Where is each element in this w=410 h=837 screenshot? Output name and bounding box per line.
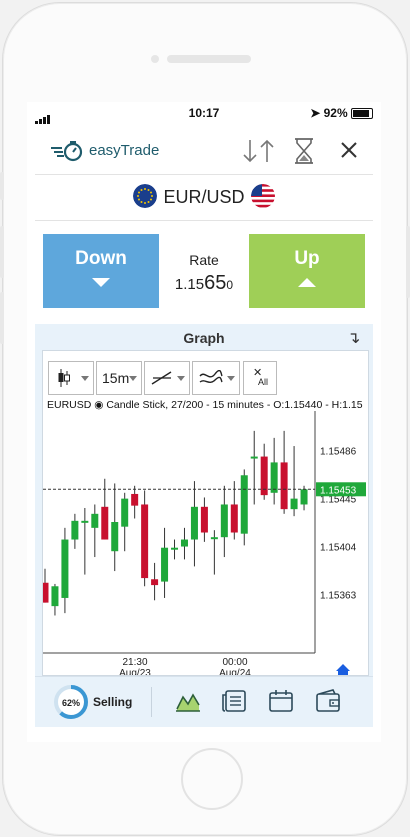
power-button bbox=[406, 226, 410, 298]
app-header: easyTrade bbox=[35, 126, 373, 175]
front-camera bbox=[151, 55, 159, 63]
swap-arrows-icon[interactable] bbox=[241, 138, 277, 164]
current-price-label: 1.15453 bbox=[320, 485, 357, 496]
progress-label: 62% bbox=[62, 698, 80, 708]
trendline-icon bbox=[151, 371, 172, 385]
candlestick-chart[interactable]: 1.154861.154451.154041.153631.1545321:30… bbox=[43, 411, 368, 675]
up-button[interactable]: Up bbox=[249, 234, 365, 308]
candle-up bbox=[91, 513, 99, 528]
candle-up bbox=[300, 489, 308, 505]
app-screen: 10:17 ➤ 92% easyTrade EUR/USD Down Rate … bbox=[27, 102, 381, 742]
candle-up bbox=[190, 506, 198, 540]
stopwatch-logo-icon bbox=[51, 141, 83, 162]
candle-down bbox=[151, 579, 159, 586]
rate-prefix: 1.15 bbox=[174, 276, 205, 293]
candle-down bbox=[280, 462, 288, 510]
chart-info-line: EURUSD ◉ Candle Stick, 27/200 - 15 minut… bbox=[47, 399, 363, 411]
candle-up bbox=[250, 456, 258, 459]
timeframe-dropdown[interactable]: 15m bbox=[96, 361, 142, 395]
bottom-tabbar: 62% Selling bbox=[35, 676, 373, 727]
close-icon[interactable] bbox=[340, 141, 358, 159]
clear-all-button[interactable]: ✕ All bbox=[243, 361, 277, 395]
candle-up bbox=[210, 537, 218, 540]
candle-down bbox=[101, 506, 109, 540]
up-label: Up bbox=[294, 248, 320, 269]
down-label: Down bbox=[75, 248, 127, 269]
candle-down bbox=[141, 504, 149, 579]
line-tool-dropdown[interactable] bbox=[144, 361, 190, 395]
battery-percent: 92% bbox=[323, 106, 348, 120]
collapse-arrow-icon[interactable]: ↴ bbox=[347, 328, 360, 348]
currency-pair[interactable]: EUR/USD bbox=[35, 174, 373, 221]
chart-type-dropdown[interactable] bbox=[48, 361, 94, 395]
date-tick-label: Aug/24 bbox=[219, 668, 251, 675]
time-tick-label: 21:30 bbox=[122, 657, 147, 668]
rate-value: 1.15650 bbox=[159, 272, 249, 295]
wallet-tab-icon[interactable] bbox=[315, 689, 341, 713]
candle-up bbox=[240, 475, 248, 534]
pair-name: EUR/USD bbox=[163, 187, 245, 207]
candle-down bbox=[200, 506, 208, 533]
dropdown-caret-icon bbox=[227, 376, 235, 381]
candle-up bbox=[111, 522, 119, 552]
candle-up bbox=[290, 498, 298, 510]
candle-up bbox=[61, 539, 69, 598]
status-right: ➤ 92% bbox=[310, 106, 373, 120]
calendar-tab-icon[interactable] bbox=[268, 689, 294, 713]
clear-all-label: All bbox=[258, 377, 269, 387]
rate-pips: 65 bbox=[204, 272, 227, 294]
selling-label: Selling bbox=[93, 695, 133, 709]
location-arrow-icon: ➤ bbox=[310, 106, 321, 120]
candle-up bbox=[71, 520, 79, 540]
battery-icon bbox=[351, 108, 373, 120]
candle-up bbox=[81, 520, 89, 523]
candle-up bbox=[171, 547, 179, 550]
candle-down bbox=[131, 493, 139, 506]
time-tick-label: 00:00 bbox=[222, 657, 247, 668]
candle-up bbox=[180, 539, 188, 547]
price-tick-label: 1.15486 bbox=[320, 447, 357, 458]
rate-label: Rate bbox=[189, 252, 219, 268]
chart-box[interactable]: 15m ✕ All EURUSD ◉ Candle Stick, 27/200 … bbox=[42, 350, 369, 676]
down-button[interactable]: Down bbox=[43, 234, 159, 308]
price-tick-label: 1.15363 bbox=[320, 590, 357, 601]
candlestick-icon bbox=[58, 369, 70, 387]
hourglass-icon[interactable] bbox=[293, 137, 315, 165]
candle-up bbox=[270, 462, 278, 493]
status-bar: 10:17 ➤ 92% bbox=[27, 102, 381, 124]
home-button[interactable] bbox=[181, 748, 243, 810]
candle-up bbox=[51, 586, 59, 607]
candle-down bbox=[43, 582, 49, 603]
indicator-icon bbox=[199, 370, 223, 383]
earpiece-speaker bbox=[167, 55, 251, 63]
candle-down bbox=[230, 504, 238, 533]
us-flag-icon bbox=[251, 184, 275, 208]
app-window: easyTrade EUR/USD Down Rate 1.15650 Up G… bbox=[35, 126, 373, 742]
up-arrow-icon bbox=[298, 278, 316, 287]
price-tick-label: 1.15404 bbox=[320, 543, 357, 554]
rate-fraction: 0 bbox=[226, 278, 234, 292]
timeframe-value: 15m bbox=[102, 370, 130, 386]
mute-switch bbox=[0, 172, 4, 200]
candle-up bbox=[220, 504, 228, 538]
news-tab-icon[interactable] bbox=[221, 689, 247, 713]
graph-panel: Graph ↴ 15m ✕ All EURUSD ◉ Candle Stick,… bbox=[35, 324, 373, 676]
dropdown-caret-icon bbox=[177, 376, 185, 381]
chart-home-icon[interactable] bbox=[336, 664, 350, 675]
graph-title: Graph bbox=[183, 330, 225, 346]
tabbar-divider bbox=[151, 687, 152, 717]
dropdown-caret-icon bbox=[81, 376, 89, 381]
chart-tab-icon[interactable] bbox=[175, 689, 201, 713]
date-tick-label: Aug/23 bbox=[119, 668, 151, 675]
candle-up bbox=[121, 498, 129, 527]
down-arrow-icon bbox=[92, 278, 110, 287]
volume-up-button bbox=[0, 226, 4, 278]
progress-ring: 62% bbox=[54, 685, 88, 719]
brand-name: easyTrade bbox=[89, 142, 160, 159]
candle-up bbox=[161, 547, 169, 582]
dropdown-caret-icon bbox=[129, 376, 137, 381]
indicator-dropdown[interactable] bbox=[192, 361, 240, 395]
volume-down-button bbox=[0, 292, 4, 344]
